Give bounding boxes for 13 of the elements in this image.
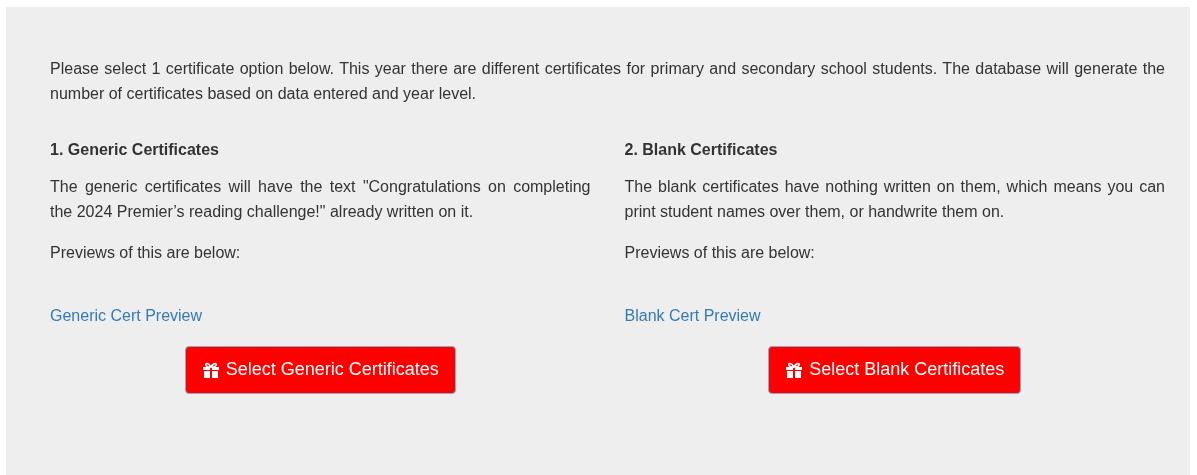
select-button[interactable]: Select Generic Certificates [184,346,456,394]
preview-link[interactable]: Blank Cert Preview [624,303,761,328]
section-heading: 2. Blank Certificates [624,140,779,160]
description-text: The blank certificates have nothing written on them, which means you can print student names over them, or handwrite them on. [624,177,1165,222]
previews-text: Previews of this are below: [624,243,816,263]
select-button[interactable]: Select Blank Certificates [768,346,1022,394]
preview-link[interactable]: Generic Cert Preview [50,303,203,328]
instructions-text: Please select 1 certificate option below. This year there are different certificates for primary and secondary school students. The database will generate the number of certificates based on data entered and year level. [50,59,1165,104]
section-heading: 1. Generic Certificates [50,140,220,160]
previews-text: Previews of this are below: [50,243,242,263]
gift-icon [785,360,804,379]
description-text: The generic certificates will have the text "Congratulations on completing the 2024 Premier’s reading challenge!" already written on it. [50,177,591,222]
gift-icon [201,360,220,379]
